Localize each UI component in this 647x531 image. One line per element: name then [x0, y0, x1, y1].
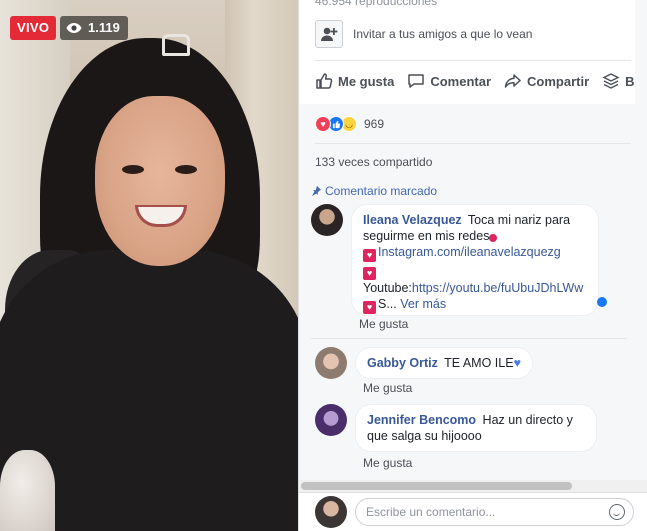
comment-like-link[interactable]: Me gusta [359, 317, 408, 331]
like-label: Me gusta [338, 73, 395, 89]
comment-like-link[interactable]: Me gusta [363, 381, 412, 395]
pin-icon [312, 186, 321, 196]
instagram-link[interactable]: Instagram.com/ileanavelazquezg [378, 245, 561, 259]
youtube-link[interactable]: https://youtu.be/fuUbuJDhLWw [412, 281, 583, 295]
like-button[interactable]: Me gusta [315, 72, 394, 90]
comment-composer: Escribe un comentario... [299, 492, 647, 531]
reactions-summary[interactable]: ♥ ◡ 969 [315, 116, 384, 132]
heart-box-icon: ♥ [363, 267, 376, 280]
comment-bubble: Jennifer Bencomo Haz un directo y que sa… [355, 404, 597, 452]
share-icon [504, 74, 521, 88]
viewer-count-badge: 1.119 [60, 16, 128, 40]
video-subject-eye [175, 165, 197, 174]
love-reaction-icon: ♥ [315, 116, 331, 132]
pinned-comment-header: Comentario marcado [311, 184, 437, 198]
reaction-count: 969 [364, 117, 385, 131]
emoji-icon[interactable] [609, 504, 625, 520]
youtube-prefix: Youtube: [363, 281, 412, 295]
horizontal-scrollbar-thumb[interactable] [301, 482, 572, 490]
reaction-badge-icon [597, 297, 607, 307]
video-foreground-hand [0, 450, 55, 531]
comments-panel: 46.954 reproducciones Invitar a tus amig… [298, 0, 647, 531]
divider [315, 143, 631, 144]
comment-author[interactable]: Jennifer Bencomo [367, 413, 476, 427]
comment-input-placeholder: Escribe un comentario... [366, 505, 496, 519]
share-label: Compartir [527, 73, 590, 89]
comment-text: TE AMO ILE [444, 356, 514, 370]
comment-item: Jennifer Bencomo Haz un directo y que sa… [315, 404, 597, 452]
vertical-scrollbar[interactable] [635, 0, 647, 480]
comment-icon [408, 74, 425, 88]
video-subject-face [95, 96, 225, 266]
heart-box-icon: ♥ [363, 301, 376, 314]
viewer-count: 1.119 [88, 20, 120, 35]
heart-box-icon: ♥ [363, 249, 376, 262]
comment-author[interactable]: Gabby Ortiz [367, 356, 438, 370]
divider [315, 60, 631, 61]
current-user-avatar [315, 496, 347, 528]
pinned-label: Comentario marcado [325, 184, 438, 198]
comment-label: Comentar [430, 73, 492, 89]
add-friend-icon [321, 27, 338, 41]
video-subject-eye [122, 165, 144, 174]
invite-friends-row[interactable]: Invitar a tus amigos a que lo vean [315, 20, 532, 48]
shares-count[interactable]: 133 veces compartido [315, 155, 432, 169]
thumbs-up-icon [316, 73, 333, 89]
eye-icon [66, 23, 82, 33]
comment-bubble: Gabby Ortiz TE AMO ILE♥ [355, 347, 533, 379]
action-bar: Me gusta Comentar Compartir Buf [315, 72, 647, 90]
see-more-link[interactable]: Ver más [400, 297, 446, 311]
blue-heart-icon: ♥ [513, 356, 521, 370]
avatar[interactable] [315, 404, 347, 436]
avatar[interactable] [311, 204, 343, 236]
comment-like-link[interactable]: Me gusta [363, 456, 412, 470]
avatar[interactable] [315, 347, 347, 379]
comment-bubble: Ileana Velazquez Toca mi nariz para segu… [351, 204, 599, 316]
comment-tail: S... [378, 297, 397, 311]
divider [311, 338, 627, 339]
invite-friends-label[interactable]: Invitar a tus amigos a que lo vean [353, 27, 532, 41]
views-count: 46.954 reproducciones [315, 0, 438, 8]
comment-input[interactable]: Escribe un comentario... [355, 498, 634, 526]
comment-item: Ileana Velazquez Toca mi nariz para segu… [311, 204, 607, 316]
live-badge: VIVO [10, 16, 57, 40]
video-subject-hair-clip [162, 34, 190, 56]
comment-author[interactable]: Ileana Velazquez [363, 213, 462, 227]
live-video-player[interactable]: VIVO 1.119 [0, 0, 298, 531]
share-button[interactable]: Compartir [504, 72, 589, 90]
layers-icon [602, 73, 620, 89]
heart-emoji-icon [489, 234, 498, 242]
comment-item: Gabby Ortiz TE AMO ILE♥ [315, 347, 533, 379]
comment-button[interactable]: Comentar [407, 72, 491, 90]
invite-friends-button[interactable] [315, 20, 343, 48]
